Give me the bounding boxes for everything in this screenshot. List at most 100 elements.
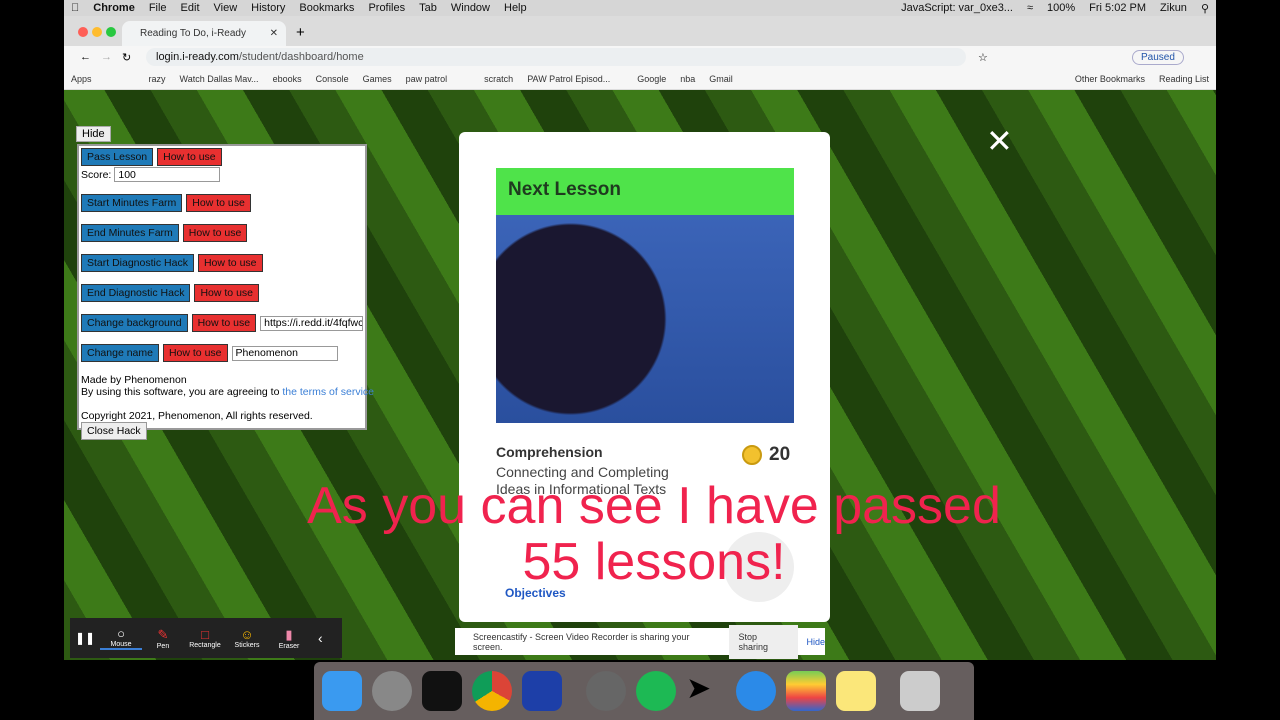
- menu-edit[interactable]: Edit: [181, 2, 200, 14]
- stop-sharing-button[interactable]: Stop sharing: [728, 624, 799, 659]
- tab-bar: Reading To Do, i-Ready ✕ +: [64, 16, 1216, 46]
- battery[interactable]: 100%: [1047, 2, 1075, 14]
- tool-eraser[interactable]: ▮ Eraser: [268, 627, 310, 650]
- score-input[interactable]: 100: [114, 167, 221, 182]
- bookmark[interactable]: Games: [363, 74, 392, 84]
- how-to-use-button[interactable]: How to use: [182, 224, 248, 242]
- apple-icon[interactable]: : [71, 2, 79, 14]
- menu-history[interactable]: History: [251, 2, 285, 14]
- background-url-input[interactable]: https://i.redd.it/4fqfwc: [260, 315, 363, 331]
- address-bar-row: ← → ↻ login.i-ready.com/student/dashboar…: [64, 46, 1216, 68]
- end-diagnostic-button[interactable]: End Diagnostic Hack: [81, 284, 191, 302]
- bookmark[interactable]: nba: [680, 74, 695, 84]
- menu-view[interactable]: View: [214, 2, 238, 14]
- search-icon[interactable]: ⚲: [1201, 2, 1209, 15]
- how-to-use-button[interactable]: How to use: [186, 194, 251, 212]
- tool-rectangle[interactable]: □ Rectangle: [184, 627, 226, 649]
- close-icon[interactable]: ✕: [986, 122, 1013, 160]
- chrome-icon[interactable]: [472, 671, 512, 711]
- bookmark[interactable]: Console: [316, 74, 349, 84]
- hide-sharing-button[interactable]: Hide: [806, 637, 825, 647]
- how-to-use-button[interactable]: How to use: [191, 314, 257, 332]
- close-tab-icon[interactable]: ✕: [270, 28, 278, 39]
- how-to-use-button[interactable]: How to use: [194, 284, 259, 302]
- tool-pen[interactable]: ✎ Pen: [142, 627, 184, 650]
- clock[interactable]: Fri 5:02 PM: [1089, 2, 1146, 14]
- how-to-use-button[interactable]: How to use: [162, 344, 228, 362]
- trash-icon[interactable]: [900, 671, 940, 711]
- zoom-button[interactable]: [106, 27, 116, 37]
- forward-icon[interactable]: →: [101, 51, 112, 63]
- tool-label: Stickers: [234, 642, 260, 649]
- hack-panel: Pass Lesson How to use Score: 100 Start Mi…: [77, 144, 374, 440]
- url-path: /student/dashboard/home: [238, 51, 364, 63]
- name-input[interactable]: Phenomenon: [231, 345, 338, 361]
- start-minutes-farm-button[interactable]: Start Minutes Farm: [81, 194, 183, 212]
- bookmark[interactable]: Gmail: [709, 74, 733, 84]
- wifi-icon[interactable]: ≈: [1027, 2, 1033, 14]
- bookmark[interactable]: scratch: [484, 74, 513, 84]
- menu-help[interactable]: Help: [504, 2, 527, 14]
- bookmark[interactable]: Google: [637, 74, 666, 84]
- star-icon[interactable]: ☆: [978, 51, 988, 64]
- close-hack-button[interactable]: Close Hack: [81, 422, 147, 440]
- collapse-icon[interactable]: ‹: [318, 630, 323, 646]
- lesson-category: Comprehension: [496, 444, 603, 460]
- w-app-icon[interactable]: [586, 671, 626, 711]
- coin-icon: [742, 445, 762, 465]
- pause-record-icon[interactable]: ❚❚: [70, 631, 100, 645]
- dock: ➤: [314, 662, 974, 720]
- new-tab-button[interactable]: +: [296, 24, 305, 41]
- how-to-use-button[interactable]: How to use: [157, 148, 222, 166]
- bookmark[interactable]: Apps: [71, 74, 92, 84]
- terminal-icon[interactable]: [422, 671, 462, 711]
- menu-file[interactable]: File: [149, 2, 167, 14]
- minimize-button[interactable]: [92, 27, 102, 37]
- bluestacks-icon[interactable]: [786, 671, 826, 711]
- menu-bookmarks[interactable]: Bookmarks: [299, 2, 354, 14]
- back-icon[interactable]: ←: [80, 51, 91, 63]
- close-window-button[interactable]: [78, 27, 88, 37]
- how-to-use-button[interactable]: How to use: [197, 254, 263, 272]
- sharing-message: Screencastify - Screen Video Recorder is…: [473, 631, 690, 652]
- tool-mouse[interactable]: ○ Mouse: [100, 626, 142, 650]
- user[interactable]: Zikun: [1160, 2, 1187, 14]
- screenshot-app-icon[interactable]: [522, 671, 562, 711]
- copyright-text: Copyright 2021, Phenomenon, All rights r…: [81, 410, 313, 422]
- screencastify-bar: Screencastify - Screen Video Recorder is…: [455, 624, 825, 659]
- reading-list[interactable]: Reading List: [1159, 74, 1209, 84]
- tool-label: Mouse: [110, 641, 132, 648]
- bookmark[interactable]: ebooks: [273, 74, 302, 84]
- reload-icon[interactable]: ↻: [122, 51, 131, 64]
- tool-label: Rectangle: [189, 642, 221, 649]
- caption-line: 55 lessons!: [522, 533, 786, 591]
- safari-icon[interactable]: [736, 671, 776, 711]
- end-minutes-farm-button[interactable]: End Minutes Farm: [81, 224, 179, 242]
- bookmark[interactable]: PAW Patrol Episod...: [527, 74, 610, 84]
- bookmark[interactable]: razy: [149, 74, 166, 84]
- bookmark[interactable]: Watch Dallas Mav...: [180, 74, 259, 84]
- menu-tab[interactable]: Tab: [419, 2, 437, 14]
- notes-icon[interactable]: [836, 671, 876, 711]
- tab-title: Reading To Do, i-Ready: [140, 28, 246, 39]
- tab-iready[interactable]: Reading To Do, i-Ready ✕: [122, 21, 286, 46]
- hide-button[interactable]: Hide: [76, 126, 111, 142]
- url-host: login.i-ready.com: [156, 51, 239, 63]
- menu-window[interactable]: Window: [451, 2, 490, 14]
- other-bookmarks[interactable]: Other Bookmarks: [1075, 74, 1145, 84]
- change-name-button[interactable]: Change name: [81, 344, 159, 362]
- finder-icon[interactable]: [322, 671, 362, 711]
- spotify-icon[interactable]: [636, 671, 676, 711]
- change-background-button[interactable]: Change background: [81, 314, 188, 332]
- start-diagnostic-button[interactable]: Start Diagnostic Hack: [81, 254, 194, 272]
- menu-app[interactable]: Chrome: [93, 2, 135, 14]
- profile-button[interactable]: Paused: [1132, 49, 1184, 65]
- terms-link[interactable]: the terms of service: [282, 386, 374, 398]
- bookmark[interactable]: paw patrol: [406, 74, 448, 84]
- pass-lesson-button[interactable]: Pass Lesson: [81, 148, 154, 166]
- status-script[interactable]: JavaScript: var_0xe3...: [901, 2, 1013, 14]
- tool-stickers[interactable]: ☺ Stickers: [226, 627, 268, 649]
- menu-profiles[interactable]: Profiles: [368, 2, 405, 14]
- url-input[interactable]: login.i-ready.com/student/dashboard/home: [146, 48, 966, 66]
- launchpad-icon[interactable]: [372, 671, 412, 711]
